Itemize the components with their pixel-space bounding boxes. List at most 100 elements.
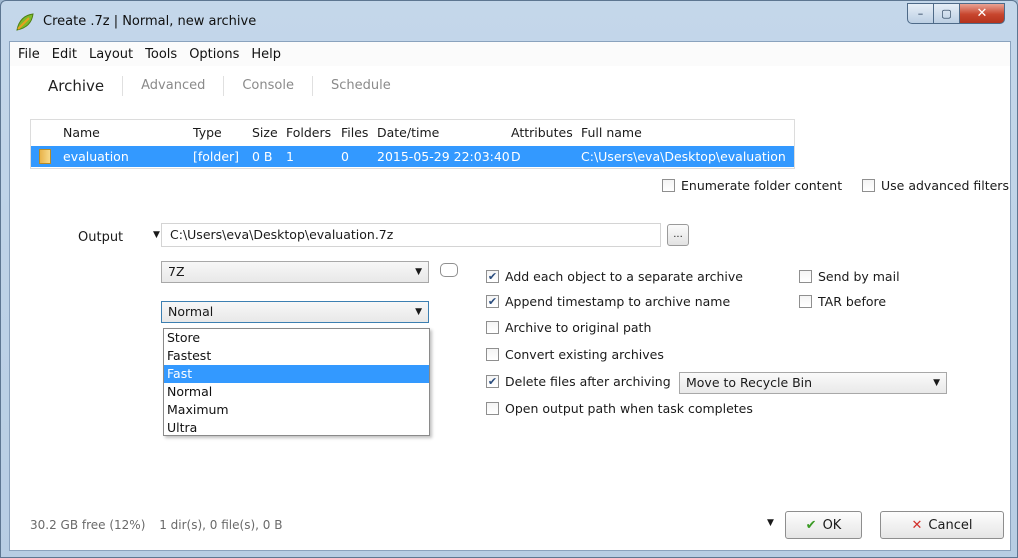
convert-label: Convert existing archives xyxy=(505,347,664,362)
tab-schedule[interactable]: Schedule xyxy=(311,76,409,96)
enumerate-folder-label: Enumerate folder content xyxy=(681,178,843,193)
status-bar: 30.2 GB free (12%) 1 dir(s), 0 file(s), … xyxy=(30,518,292,532)
open-output-label: Open output path when task completes xyxy=(505,401,753,416)
separate-archive-option[interactable]: ✔ Add each object to a separate archive xyxy=(486,269,743,284)
timestamp-checkbox[interactable]: ✔ xyxy=(486,295,499,308)
peazip-leaf-icon xyxy=(16,13,34,31)
comment-icon[interactable] xyxy=(440,263,458,277)
app-window: Create .7z | Normal, new archive – ▢ ✕ F… xyxy=(0,0,1018,558)
caption-buttons: – ▢ ✕ xyxy=(907,3,1005,25)
column-datetime[interactable]: Date/time xyxy=(377,122,439,143)
column-attributes[interactable]: Attributes xyxy=(511,122,573,143)
maximize-button[interactable]: ▢ xyxy=(933,3,960,24)
selection-summary-text: 1 dir(s), 0 file(s), 0 B xyxy=(159,518,283,532)
delete-mode-select[interactable]: Move to Recycle Bin ▼ xyxy=(679,372,947,394)
delete-files-option[interactable]: ✔ Delete files after archiving xyxy=(486,374,671,389)
menu-options[interactable]: Options xyxy=(183,47,245,62)
advanced-filters-option[interactable]: Use advanced filters xyxy=(862,178,1009,193)
tar-before-label: TAR before xyxy=(818,294,887,309)
ok-label: OK xyxy=(822,517,842,533)
tab-console[interactable]: Console xyxy=(223,76,312,96)
minimize-button[interactable]: – xyxy=(907,3,934,24)
row-full-name: C:\Users\eva\Desktop\evaluation xyxy=(581,149,786,164)
more-options-arrow-icon[interactable]: ▼ xyxy=(767,518,774,528)
row-datetime: 2015-05-29 22:03:40 xyxy=(377,149,510,164)
x-icon: ✕ xyxy=(911,517,923,533)
delete-files-label: Delete files after archiving xyxy=(505,374,671,389)
menu-layout[interactable]: Layout xyxy=(83,47,139,62)
check-icon: ✔ xyxy=(805,517,817,533)
chevron-down-icon: ▼ xyxy=(415,267,422,277)
enumerate-folder-checkbox[interactable] xyxy=(662,179,675,192)
menu-file[interactable]: File xyxy=(12,47,46,62)
browse-button[interactable]: ... xyxy=(667,224,689,246)
list-item[interactable]: Store xyxy=(164,329,429,347)
list-item[interactable]: Maximum xyxy=(164,401,429,419)
row-type: [folder] xyxy=(193,149,240,164)
open-output-option[interactable]: Open output path when task completes xyxy=(486,401,753,416)
row-name: evaluation xyxy=(63,149,129,164)
enumerate-folder-option[interactable]: Enumerate folder content xyxy=(662,178,842,193)
ok-button[interactable]: ✔ OK xyxy=(785,511,862,539)
menu-help[interactable]: Help xyxy=(245,47,287,62)
list-item[interactable]: Normal xyxy=(164,383,429,401)
original-path-label: Archive to original path xyxy=(505,320,652,335)
send-mail-label: Send by mail xyxy=(818,269,900,284)
tab-archive[interactable]: Archive xyxy=(40,76,122,96)
original-path-checkbox[interactable] xyxy=(486,321,499,334)
tar-before-option[interactable]: TAR before xyxy=(799,294,886,309)
column-folders[interactable]: Folders xyxy=(286,122,331,143)
list-item[interactable]: Fast xyxy=(164,365,429,383)
folder-icon xyxy=(39,149,51,164)
close-button[interactable]: ✕ xyxy=(959,3,1005,24)
output-menu-arrow-icon[interactable]: ▼ xyxy=(153,230,160,240)
original-path-option[interactable]: Archive to original path xyxy=(486,320,651,335)
column-files[interactable]: Files xyxy=(341,122,368,143)
list-header: Name Type Size Folders Files Date/time A… xyxy=(31,122,794,143)
menu-tools[interactable]: Tools xyxy=(139,47,183,62)
compression-select[interactable]: Normal ▼ xyxy=(161,301,429,323)
file-list[interactable]: Name Type Size Folders Files Date/time A… xyxy=(30,119,795,169)
timestamp-option[interactable]: ✔ Append timestamp to archive name xyxy=(486,294,730,309)
compression-dropdown-list: Store Fastest Fast Normal Maximum Ultra xyxy=(163,328,430,436)
row-folders: 1 xyxy=(286,149,294,164)
separate-archive-label: Add each object to a separate archive xyxy=(505,269,743,284)
timestamp-label: Append timestamp to archive name xyxy=(505,294,731,309)
chevron-down-icon: ▼ xyxy=(933,378,940,388)
output-path-input[interactable]: C:\Users\eva\Desktop\evaluation.7z xyxy=(161,223,661,247)
column-name[interactable]: Name xyxy=(63,122,100,143)
table-row[interactable]: evaluation [folder] 0 B 1 0 2015-05-29 2… xyxy=(31,146,794,167)
row-size: 0 B xyxy=(252,149,273,164)
compression-value: Normal xyxy=(168,304,214,319)
chevron-down-icon: ▼ xyxy=(415,307,422,317)
send-mail-checkbox[interactable] xyxy=(799,270,812,283)
window-title: Create .7z | Normal, new archive xyxy=(43,14,257,29)
menu-edit[interactable]: Edit xyxy=(46,47,83,62)
column-size[interactable]: Size xyxy=(252,122,278,143)
title-bar[interactable]: Create .7z | Normal, new archive – ▢ ✕ xyxy=(1,1,1017,41)
convert-checkbox[interactable] xyxy=(486,348,499,361)
tab-bar: Archive Advanced Console Schedule xyxy=(40,72,409,100)
column-type[interactable]: Type xyxy=(193,122,222,143)
open-output-checkbox[interactable] xyxy=(486,402,499,415)
client-area: File Edit Layout Tools Options Help Arch… xyxy=(9,41,1011,551)
list-item[interactable]: Ultra xyxy=(164,419,429,437)
tar-before-checkbox[interactable] xyxy=(799,295,812,308)
row-files: 0 xyxy=(341,149,349,164)
send-mail-option[interactable]: Send by mail xyxy=(799,269,900,284)
convert-option[interactable]: Convert existing archives xyxy=(486,347,664,362)
list-item[interactable]: Fastest xyxy=(164,347,429,365)
advanced-filters-checkbox[interactable] xyxy=(862,179,875,192)
column-full-name[interactable]: Full name xyxy=(581,122,642,143)
cancel-label: Cancel xyxy=(928,517,973,533)
format-value: 7Z xyxy=(168,264,185,279)
delete-files-checkbox[interactable]: ✔ xyxy=(486,375,499,388)
free-space-text: 30.2 GB free (12%) xyxy=(30,518,146,532)
format-select[interactable]: 7Z ▼ xyxy=(161,261,429,283)
delete-mode-value: Move to Recycle Bin xyxy=(686,375,813,390)
tab-advanced[interactable]: Advanced xyxy=(122,76,223,96)
separate-archive-checkbox[interactable]: ✔ xyxy=(486,270,499,283)
menu-bar: File Edit Layout Tools Options Help xyxy=(10,42,1010,66)
cancel-button[interactable]: ✕ Cancel xyxy=(880,511,1004,539)
row-attributes: D xyxy=(511,149,521,164)
